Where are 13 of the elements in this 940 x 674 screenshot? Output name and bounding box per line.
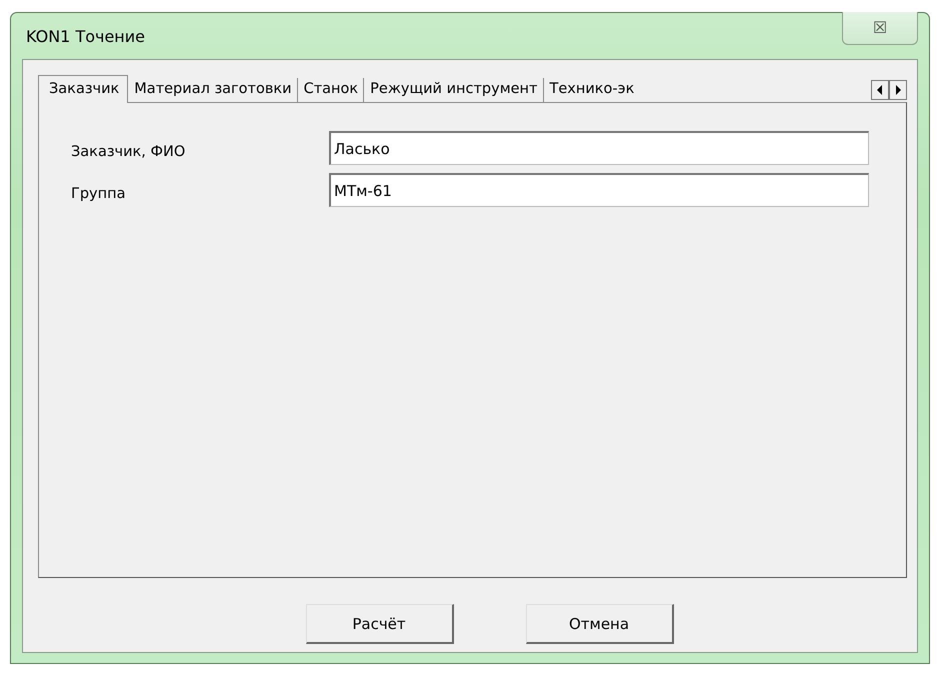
tab[interactable]: Заказчик [38, 75, 128, 103]
input-field[interactable]: Ласько [329, 131, 869, 165]
dialog-button[interactable]: Расчёт [306, 604, 454, 644]
dialog-button[interactable]: Отмена [526, 604, 674, 644]
field-label: Группа [71, 185, 126, 202]
input-field[interactable]: МТм-61 [329, 173, 869, 207]
field-label: Заказчик, ФИО [71, 143, 186, 160]
tab[interactable]: Станок [298, 78, 364, 102]
tab[interactable]: Технико-эк [544, 78, 634, 102]
close-button[interactable]: ☒ [842, 12, 918, 44]
scroll-left-icon[interactable] [871, 80, 889, 100]
window-title: KON1 Точение [25, 26, 146, 46]
scroll-right-icon[interactable] [889, 80, 907, 100]
